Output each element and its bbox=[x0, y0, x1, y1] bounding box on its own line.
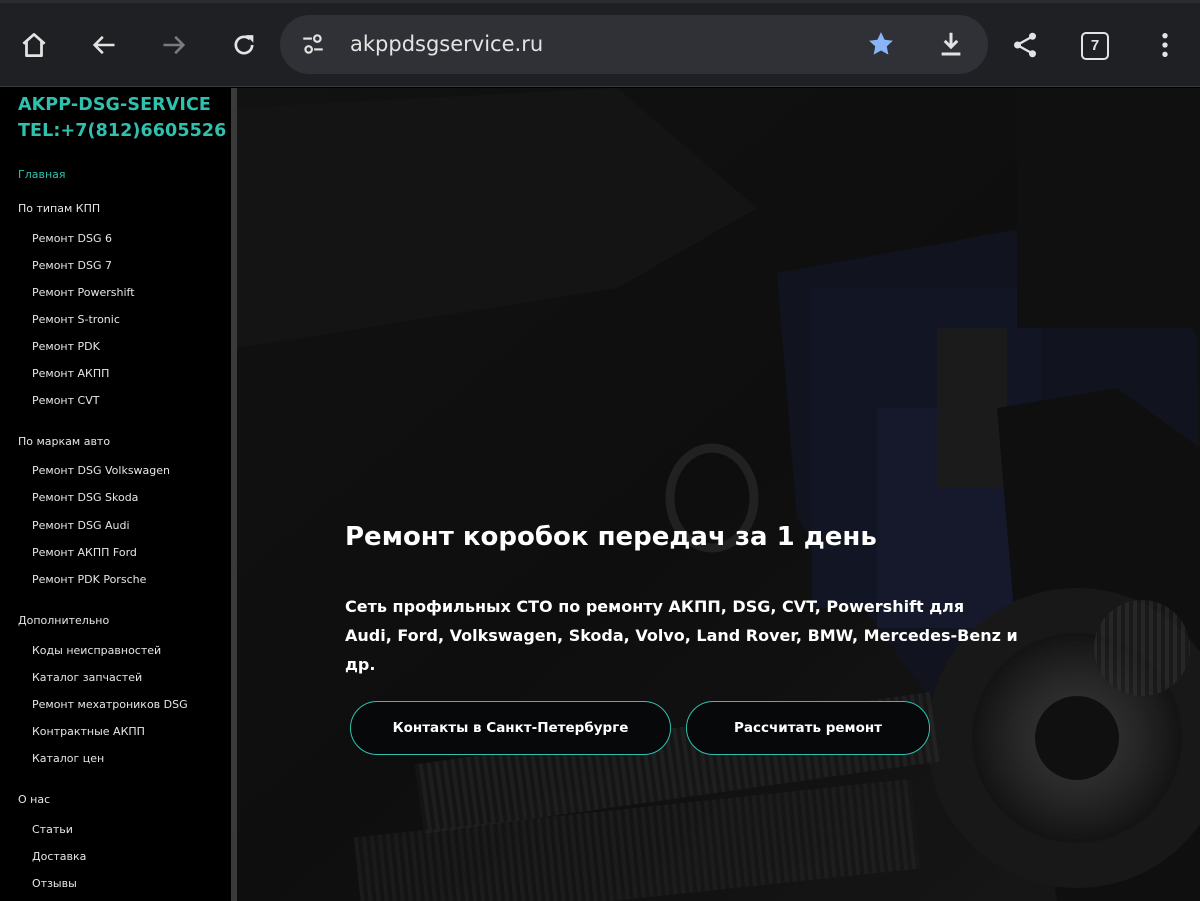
sidebar-section-kpp-types[interactable]: По типам КПП bbox=[18, 202, 100, 216]
sidebar-item-error-codes[interactable]: Коды неисправностей bbox=[32, 644, 161, 658]
sidebar-item-s-tronic[interactable]: Ремонт S-tronic bbox=[32, 313, 120, 327]
sidebar-item-pdk[interactable]: Ремонт PDK bbox=[32, 340, 100, 354]
hero-title: Ремонт коробок передач за 1 день bbox=[345, 522, 877, 552]
sidebar-nav: AKPP-DSG-SERVICE TEL:+7(812)6605526 Глав… bbox=[0, 88, 231, 901]
sidebar-item-dsg-skoda[interactable]: Ремонт DSG Skoda bbox=[32, 491, 138, 505]
more-menu-button[interactable] bbox=[1142, 22, 1188, 68]
sidebar-section-additional[interactable]: Дополнительно bbox=[18, 614, 109, 628]
download-icon[interactable] bbox=[936, 29, 966, 59]
bookmark-star-icon[interactable] bbox=[866, 29, 896, 59]
brand-name[interactable]: AKPP-DSG-SERVICE bbox=[18, 92, 226, 118]
more-menu-icon bbox=[1162, 32, 1168, 58]
sidebar-item-articles[interactable]: Статьи bbox=[32, 823, 73, 837]
sidebar-item-dsg-audi[interactable]: Ремонт DSG Audi bbox=[32, 519, 130, 533]
hero-description: Сеть профильных СТО по ремонту АКПП, DSG… bbox=[345, 592, 1025, 679]
home-icon bbox=[22, 33, 46, 57]
sidebar-section-car-brands[interactable]: По маркам авто bbox=[18, 435, 110, 449]
hero-description-line-1: Сеть профильных СТО по ремонту АКПП, DSG… bbox=[345, 597, 965, 616]
hero-description-line-2: Audi, Ford, Volkswagen, Skoda, Volvo, La… bbox=[345, 626, 1018, 674]
sidebar-item-akpp-ford[interactable]: Ремонт АКПП Ford bbox=[32, 546, 137, 560]
hero-background-image bbox=[237, 88, 1200, 901]
forward-button[interactable] bbox=[151, 22, 197, 68]
contacts-spb-button[interactable]: Контакты в Санкт-Петербурге bbox=[350, 701, 671, 755]
sidebar-item-dsg6[interactable]: Ремонт DSG 6 bbox=[32, 232, 112, 246]
site-settings-icon[interactable] bbox=[300, 31, 326, 57]
home-button[interactable] bbox=[11, 22, 57, 68]
address-bar[interactable]: akppdsgservice.ru bbox=[280, 15, 988, 74]
site-brand[interactable]: AKPP-DSG-SERVICE TEL:+7(812)6605526 bbox=[18, 92, 226, 144]
sidebar-item-parts-catalog[interactable]: Каталог запчастей bbox=[32, 671, 142, 685]
sidebar-section-about[interactable]: О нас bbox=[18, 793, 50, 807]
sidebar-item-reviews[interactable]: Отзывы bbox=[32, 877, 77, 891]
sidebar-item-akpp[interactable]: Ремонт АКПП bbox=[32, 367, 109, 381]
sidebar-item-delivery[interactable]: Доставка bbox=[32, 850, 86, 864]
sidebar-item-dsg7[interactable]: Ремонт DSG 7 bbox=[32, 259, 112, 273]
browser-toolbar: akppdsgservice.ru 7 bbox=[0, 0, 1200, 87]
sidebar-item-home[interactable]: Главная bbox=[18, 168, 66, 182]
toolbar-top-edge bbox=[0, 0, 1200, 3]
sidebar-item-contract-akpp[interactable]: Контрактные АКПП bbox=[32, 725, 145, 739]
share-button[interactable] bbox=[1002, 22, 1048, 68]
calculate-repair-button[interactable]: Рассчитать ремонт bbox=[686, 701, 930, 755]
tab-switcher-icon[interactable]: 7 bbox=[1081, 32, 1109, 60]
sidebar-item-cvt[interactable]: Ремонт CVT bbox=[32, 394, 99, 408]
reload-button[interactable] bbox=[221, 22, 267, 68]
reload-icon bbox=[234, 35, 254, 55]
brand-phone[interactable]: TEL:+7(812)6605526 bbox=[18, 118, 226, 144]
sidebar-item-pdk-porsche[interactable]: Ремонт PDK Porsche bbox=[32, 573, 146, 587]
back-button[interactable] bbox=[81, 22, 127, 68]
hero-section: Ремонт коробок передач за 1 день Сеть пр… bbox=[237, 88, 1200, 901]
sidebar-item-price-catalog[interactable]: Каталог цен bbox=[32, 752, 104, 766]
share-icon bbox=[1014, 32, 1036, 58]
sidebar-item-dsg-volkswagen[interactable]: Ремонт DSG Volkswagen bbox=[32, 464, 170, 478]
sidebar-item-mechatronics[interactable]: Ремонт мехатроников DSG bbox=[32, 698, 188, 712]
back-arrow-icon bbox=[92, 35, 115, 55]
url-text[interactable]: akppdsgservice.ru bbox=[350, 30, 543, 58]
forward-arrow-icon bbox=[163, 35, 186, 55]
sidebar-item-powershift[interactable]: Ремонт Powershift bbox=[32, 286, 135, 300]
